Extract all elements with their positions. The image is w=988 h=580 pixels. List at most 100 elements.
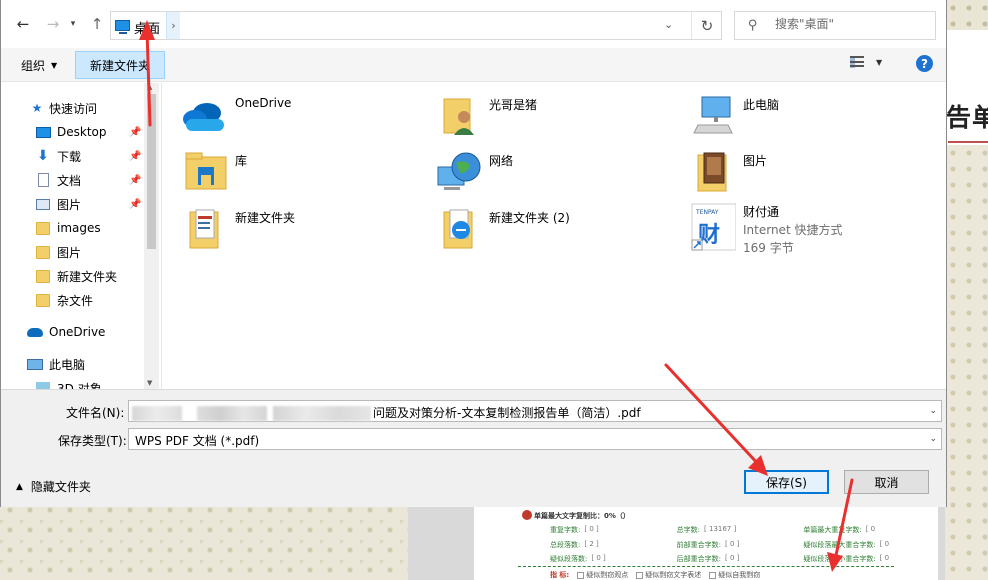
search-input[interactable] <box>775 17 930 31</box>
file-item-new-folder-2[interactable]: 新建文件夹 (2) <box>416 196 656 252</box>
help-button[interactable]: ? <box>916 55 933 72</box>
nav-item-pictures-folder[interactable]: 图片 <box>1 240 144 264</box>
organize-button[interactable]: 组织 ▼ <box>13 54 65 76</box>
organize-label: 组织 <box>21 58 46 73</box>
folder-icon <box>35 293 51 307</box>
nav-item-documents[interactable]: 文档 📌 <box>1 168 144 192</box>
desktop-icon <box>115 20 130 34</box>
file-list: OneDrive 光哥是猪 此电脑 库 网络 图片 新建文件夹 新建文件夹 (2… <box>162 83 946 389</box>
nav-item-label: 3D 对象 <box>57 381 102 390</box>
background-title-underline <box>948 141 988 143</box>
report-key: 总段落数: <box>550 541 581 549</box>
file-name: 财付通 <box>743 205 780 219</box>
pin-icon[interactable]: 📌 <box>129 151 141 162</box>
caret-down-icon: ▼ <box>51 60 58 70</box>
filename-value[interactable]: 问题及对策分析-文本复制检测报告单（简洁）.pdf <box>373 404 641 421</box>
folder-with-ie-icon <box>443 209 473 249</box>
scroll-down-icon[interactable]: ▼ <box>147 379 152 387</box>
report-cell: 疑似段落数:[ 0 ] <box>550 554 677 564</box>
report-key: 后部重合字数: <box>676 555 722 563</box>
background-pattern-top <box>945 0 988 30</box>
pin-icon[interactable]: 📌 <box>129 199 141 210</box>
filetype-label: 保存类型(T): <box>58 434 127 448</box>
address-history-dropdown[interactable]: ⌄ <box>664 18 673 31</box>
back-button[interactable]: ← <box>13 14 33 34</box>
nav-item-pictures[interactable]: 图片 📌 <box>1 192 144 216</box>
arrow-right-icon: → <box>46 15 60 33</box>
report-value: [ 13167 ] <box>704 525 737 533</box>
desktop-icon <box>35 125 51 139</box>
hide-folders-label: 隐藏文件夹 <box>30 480 91 494</box>
nav-item-misc-files[interactable]: 杂文件 <box>1 288 144 312</box>
caret-up-icon: ▲ <box>16 481 23 492</box>
chevron-down-icon[interactable]: ⌄ <box>929 406 937 416</box>
report-indicator-option: 疑似剽窃观点 <box>577 570 628 580</box>
svg-text:TENPAY: TENPAY <box>695 209 719 216</box>
file-item-new-folder[interactable]: 新建文件夹 <box>162 196 402 252</box>
file-item-library[interactable]: 库 <box>162 139 402 195</box>
file-item-user-folder[interactable]: 光哥是猪 <box>416 83 656 139</box>
nav-item-onedrive[interactable]: OneDrive <box>1 320 144 344</box>
nav-item-new-folder[interactable]: 新建文件夹 <box>1 264 144 288</box>
chevron-down-icon[interactable]: ⌄ <box>929 434 937 444</box>
hide-folders-toggle[interactable]: ▲ 隐藏文件夹 <box>16 478 91 495</box>
up-button[interactable]: ↑ <box>87 14 107 34</box>
report-value: [ 0 <box>879 554 890 562</box>
report-cell: 疑似段落最小重合字数:[ 0 <box>803 554 930 564</box>
network-globe-icon <box>437 152 481 190</box>
cancel-button[interactable]: 取消 <box>844 470 929 494</box>
folder-icon <box>35 221 51 235</box>
nav-item-desktop[interactable]: Desktop 📌 <box>1 120 144 144</box>
nav-item-label: 图片 <box>57 245 82 260</box>
chevron-down-icon: ▾ <box>70 19 76 29</box>
nav-item-label: 此电脑 <box>49 357 86 372</box>
arrow-up-icon: ↑ <box>90 15 104 33</box>
nav-item-label: Desktop <box>57 125 107 139</box>
file-item-pictures[interactable]: 图片 <box>670 139 910 195</box>
filetype-value: WPS PDF 文档 (*.pdf) <box>135 434 260 448</box>
pin-icon[interactable]: 📌 <box>129 175 141 186</box>
file-item-network[interactable]: 网络 <box>416 139 656 195</box>
address-bar[interactable]: 桌面 › ⌄ ↻ <box>110 11 722 40</box>
report-row: 总段落数:[ 2 ] 前部重合字数:[ 0 ] 疑似段落最大重合字数:[ 0 <box>550 540 930 550</box>
refresh-button[interactable]: ↻ <box>691 12 722 39</box>
scroll-up-icon[interactable]: ▲ <box>147 83 152 91</box>
background-report-title: 告单 <box>946 103 988 132</box>
file-name: OneDrive <box>235 96 292 110</box>
report-key: 重复字数: <box>550 526 581 534</box>
nav-item-quick-access[interactable]: ★ 快速访问 <box>1 96 144 120</box>
save-button[interactable]: 保存(S) <box>744 470 829 494</box>
report-heading-icon <box>522 510 532 520</box>
filetype-select[interactable]: WPS PDF 文档 (*.pdf) ⌄ <box>128 428 942 450</box>
file-item-this-pc[interactable]: 此电脑 <box>670 83 910 139</box>
report-key: 疑似段落数: <box>550 555 588 563</box>
nav-pane-scrollbar[interactable]: ▲ ▼ <box>144 83 159 389</box>
nav-item-images[interactable]: images <box>1 216 144 240</box>
address-location[interactable]: 桌面 <box>134 18 160 37</box>
file-item-tenpay[interactable]: TENPAY 财 财付通 Internet 快捷方式 169 字节 <box>670 196 910 258</box>
breadcrumb-separator[interactable]: › <box>166 12 180 39</box>
new-folder-button[interactable]: 新建文件夹 <box>75 51 165 79</box>
file-type: Internet 快捷方式 <box>743 223 843 237</box>
pictures-folder-icon <box>697 152 727 192</box>
forward-button[interactable]: → <box>43 14 63 34</box>
redacted-text <box>132 406 182 421</box>
recent-locations-button[interactable]: ▾ <box>67 14 79 34</box>
report-indicators: 指 标: 疑似剽窃观点 疑似剽窃文字表述 疑似自我剽窃 <box>550 570 760 580</box>
checkbox-icon <box>636 571 644 579</box>
nav-item-this-pc[interactable]: 此电脑 <box>1 352 144 376</box>
report-key: 单篇最大重复字数: <box>803 526 862 534</box>
nav-item-downloads[interactable]: ⬇ 下载 📌 <box>1 144 144 168</box>
report-cell: 总字数:[ 13167 ] <box>677 525 804 535</box>
report-key: 疑似段落最大重合字数: <box>803 541 876 549</box>
report-cell: 单篇最大重复字数:[ 0 <box>803 525 930 535</box>
background-pattern-band <box>945 145 988 580</box>
report-row: 重复字数:[ 0 ] 总字数:[ 13167 ] 单篇最大重复字数:[ 0 <box>550 525 930 535</box>
pin-icon[interactable]: 📌 <box>129 127 141 138</box>
change-view-button[interactable]: ▼ <box>850 56 882 68</box>
search-box[interactable]: ⚲ <box>734 11 936 40</box>
scrollbar-thumb[interactable] <box>147 94 156 249</box>
report-row: 疑似段落数:[ 0 ] 后部重合字数:[ 0 ] 疑似段落最小重合字数:[ 0 <box>550 554 930 564</box>
nav-item-3d-objects[interactable]: 3D 对象 <box>1 376 144 389</box>
file-item-onedrive[interactable]: OneDrive <box>162 83 402 139</box>
